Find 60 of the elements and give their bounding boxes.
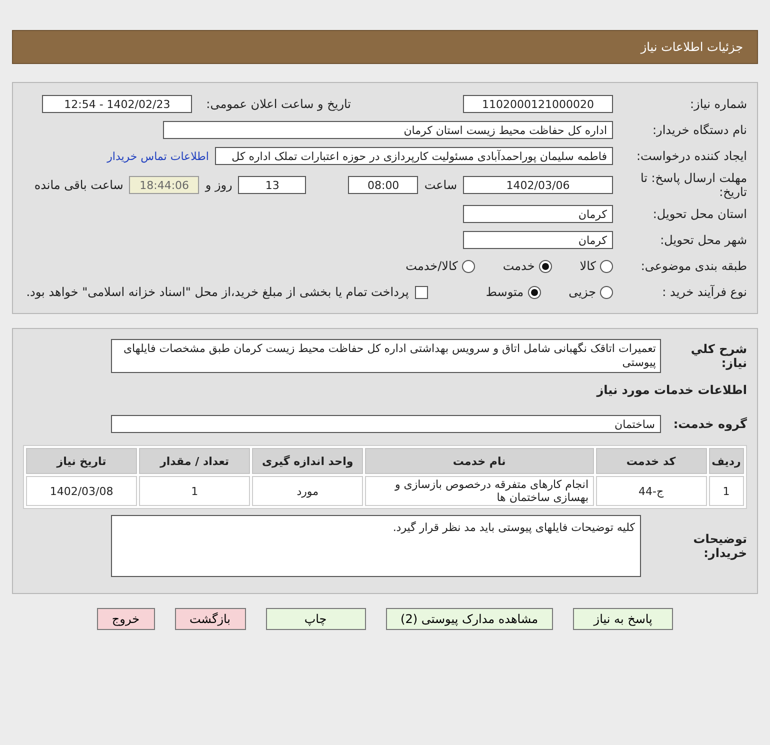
summary-field: تعمیرات اتاقک نگهبانی شامل اتاق و سرویس بهداشتی اداره کل حفاظت محیط زیست کرمان طبق مشخصات فایلهای پیوستی bbox=[111, 339, 661, 373]
column-header: ردیف bbox=[708, 448, 744, 474]
radio-button[interactable] bbox=[600, 286, 613, 298]
field-label: شهر محل تحویل: bbox=[659, 233, 747, 247]
radio-button[interactable] bbox=[600, 260, 613, 272]
radio-label: کالا/خدمت bbox=[406, 259, 458, 273]
buyer-org-field: اداره کل حفاظت محیط زیست استان کرمان bbox=[163, 121, 613, 139]
action-button[interactable]: چاپ bbox=[266, 608, 366, 630]
service-group-field: ساختمان bbox=[111, 415, 661, 433]
deadline-date-field: 1402/03/06 bbox=[463, 176, 613, 194]
column-header: تاریخ نیاز bbox=[26, 448, 138, 474]
field-label: تاریخ و ساعت اعلان عمومی: bbox=[206, 97, 351, 111]
field-label: شرح کلي نياز: bbox=[690, 342, 747, 370]
page-title: جزئیات اطلاعات نیاز bbox=[12, 30, 758, 64]
table-cell: 1 bbox=[139, 476, 250, 506]
field-label: نوع فرآیند خرید : bbox=[661, 285, 747, 299]
table-cell: 1402/03/08 bbox=[26, 476, 138, 506]
field-label: نام دستگاه خریدار: bbox=[652, 123, 747, 137]
buyer-notes-field: کلیه توضیحات فایلهای پیوستی باید مد نظر قرار گیرد. bbox=[111, 515, 641, 577]
action-button[interactable]: خروج bbox=[96, 608, 154, 630]
radio-label: جزیی bbox=[568, 285, 596, 299]
column-header: نام خدمت bbox=[365, 448, 594, 474]
field-label: ساعت bbox=[424, 178, 457, 192]
radio-button[interactable] bbox=[538, 260, 552, 272]
table-cell: انجام کارهای متفرقه درخصوص بازسازی و بهسازی ساختمان ها bbox=[365, 476, 594, 506]
field-label: توضیحات خریدار: bbox=[692, 532, 747, 560]
field-label: روز و bbox=[205, 178, 232, 192]
section-heading: اطلاعات خدمات مورد نیاز bbox=[596, 383, 747, 397]
radio-button[interactable] bbox=[462, 260, 475, 272]
field-label: ساعت باقی مانده bbox=[34, 178, 124, 192]
checkbox[interactable] bbox=[414, 286, 428, 298]
radio-label: خدمت bbox=[502, 259, 535, 273]
city-field: کرمان bbox=[463, 231, 613, 249]
field-label: مهلت ارسال پاسخ: تا تاریخ: bbox=[639, 171, 747, 199]
radio-button[interactable] bbox=[528, 286, 541, 298]
column-header: واحد اندازه گیری bbox=[252, 448, 364, 474]
announce-date-field: 1402/02/23 - 12:54 bbox=[42, 95, 192, 113]
column-header: تعداد / مقدار bbox=[139, 448, 250, 474]
deadline-time-field: 08:00 bbox=[348, 176, 418, 194]
days-field: 13 bbox=[238, 176, 306, 194]
table-cell: ج-44 bbox=[596, 476, 707, 506]
table-cell: مورد bbox=[252, 476, 364, 506]
province-field: کرمان bbox=[463, 205, 613, 223]
need-number-field: 1102000121000020 bbox=[463, 95, 613, 113]
field-label: طبقه بندی موضوعی: bbox=[640, 259, 747, 273]
radio-label: کالا bbox=[580, 259, 596, 273]
remaining-time-field: 18:44:06 bbox=[129, 176, 200, 194]
action-button[interactable]: مشاهده مدارک پیوستی (2) bbox=[386, 608, 554, 630]
buyer-contact-link[interactable]: اطلاعات تماس خریدار bbox=[107, 150, 209, 162]
requester-field: فاطمه سلیمان پوراحمدآبادی مسئولیت کارپردازی در حوزه اعتبارات تملک اداره کل bbox=[215, 147, 613, 165]
action-button[interactable]: پاسخ به نیاز bbox=[573, 608, 674, 630]
action-button[interactable]: بازگشت bbox=[174, 608, 246, 630]
field-label: ایجاد کننده درخواست: bbox=[635, 149, 747, 163]
table-cell: 1 bbox=[708, 476, 744, 506]
field-label: استان محل تحویل: bbox=[652, 207, 747, 221]
field-label: گروه خدمت: bbox=[672, 417, 747, 431]
radio-label: متوسط bbox=[486, 285, 524, 299]
field-label: شماره نیاز: bbox=[689, 97, 747, 111]
column-header: کد خدمت bbox=[596, 448, 707, 474]
checkbox-label: پرداخت تمام یا بخشی از مبلغ خرید،از محل "اسناد خزانه اسلامی" خواهد بود. bbox=[26, 285, 409, 299]
